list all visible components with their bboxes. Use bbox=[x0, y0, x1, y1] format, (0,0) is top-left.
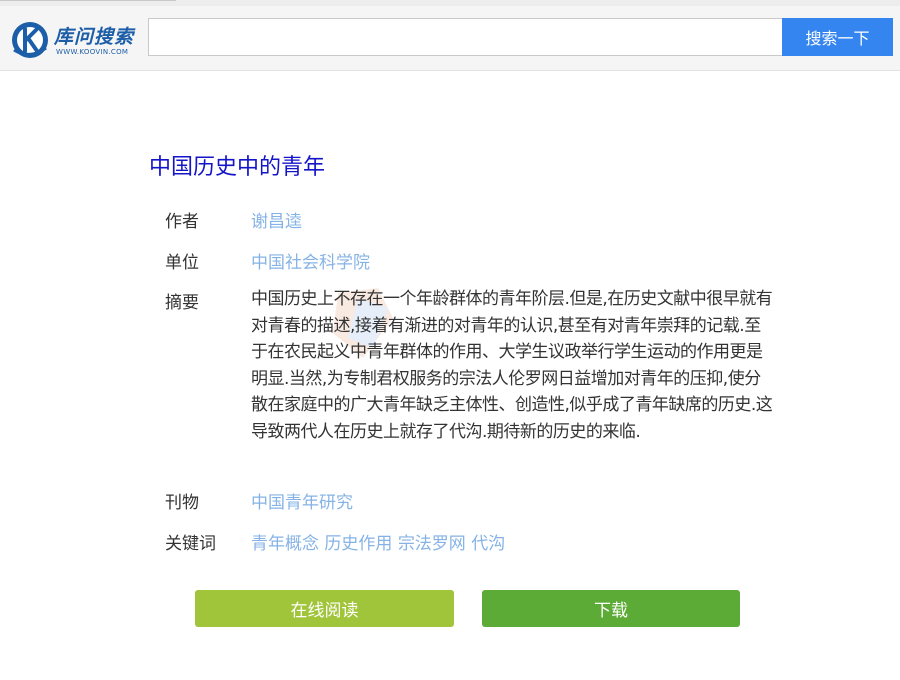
keyword-link[interactable]: 青年概念 bbox=[251, 534, 319, 554]
keywords-list: 青年概念 历史作用 宗法罗网 代沟 bbox=[251, 529, 505, 554]
author-link[interactable]: 谢昌逵 bbox=[251, 207, 302, 232]
journal-label: 刊物 bbox=[165, 493, 199, 513]
author-label: 作者 bbox=[165, 212, 199, 232]
logo-text: 库问搜索 bbox=[54, 26, 135, 48]
keyword-link[interactable]: 宗法罗网 bbox=[398, 534, 466, 554]
search-button[interactable]: 搜索一下 bbox=[782, 18, 893, 56]
journal-link[interactable]: 中国青年研究 bbox=[251, 488, 353, 513]
search-input[interactable] bbox=[148, 18, 785, 56]
keyword-link[interactable]: 代沟 bbox=[471, 534, 505, 554]
logo-subtext: WWW.KOOVIN.COM bbox=[56, 48, 129, 56]
koovin-logo-icon bbox=[12, 22, 48, 58]
unit-label: 单位 bbox=[165, 253, 199, 273]
top-strip-divider bbox=[0, 0, 176, 1]
article-title: 中国历史中的青年 bbox=[149, 155, 326, 180]
unit-link[interactable]: 中国社会科学院 bbox=[251, 248, 370, 273]
header-bar: 库问搜索 WWW.KOOVIN.COM 搜索一下 bbox=[0, 6, 900, 71]
abstract-label: 摘要 bbox=[165, 293, 199, 313]
site-logo[interactable]: 库问搜索 WWW.KOOVIN.COM bbox=[10, 18, 136, 62]
download-button[interactable]: 下载 bbox=[482, 590, 740, 627]
read-online-button[interactable]: 在线阅读 bbox=[195, 590, 454, 627]
keyword-link[interactable]: 历史作用 bbox=[324, 534, 392, 554]
abstract-text: 中国历史上不存在一个年龄群体的青年阶层.但是,在历史文献中很早就有对青春的描述,… bbox=[251, 289, 773, 442]
keywords-label: 关键词 bbox=[165, 534, 216, 554]
